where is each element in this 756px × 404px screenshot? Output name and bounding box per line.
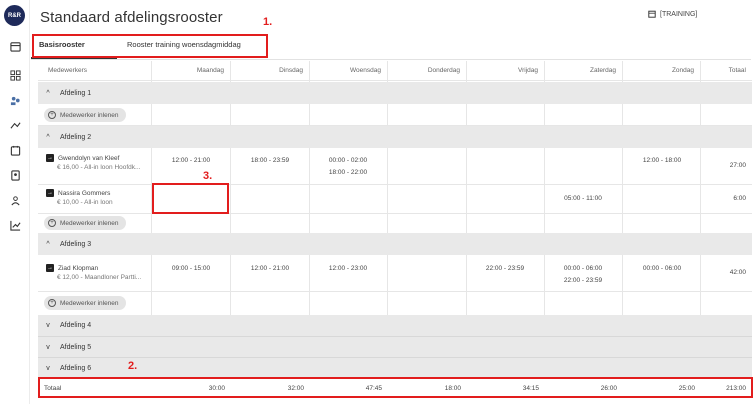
annotation-label-1: 1. [263, 16, 273, 28]
col-header-woensdag: Woensdag [350, 67, 381, 74]
table-header-row: Medewerkers Maandag Dinsdag Woensdag Don… [38, 61, 752, 80]
annotation-box-tabs [32, 34, 268, 58]
col-header-medewerkers: Medewerkers [48, 67, 88, 74]
col-header-donderdag: Donderdag [427, 67, 460, 74]
app-logo[interactable]: R&R [4, 5, 25, 26]
chevron-down-icon[interactable]: v [44, 344, 52, 351]
department-row[interactable]: ^ Afdeling 2 [38, 126, 752, 148]
col-header-dinsdag: Dinsdag [279, 67, 303, 74]
shift-cell[interactable]: 12:00 - 23:00 [309, 265, 387, 272]
shift-cell[interactable]: 12:00 - 21:00 [152, 157, 230, 164]
shift-cell[interactable]: 05:00 - 11:00 [544, 195, 622, 202]
chevron-up-icon[interactable]: ^ [44, 90, 52, 97]
department-row[interactable]: v Afdeling 6 [38, 358, 752, 378]
plus-icon: + [48, 299, 56, 307]
shift-cell[interactable]: 00:00 - 06:00 [623, 265, 701, 272]
shift-cell[interactable]: 12:00 - 18:00 [623, 157, 701, 164]
annotation-box-totals [38, 377, 753, 398]
environment-indicator: [TRAINING] [648, 10, 697, 18]
left-nav-rail: R&R [0, 0, 30, 404]
chevron-up-icon[interactable]: ^ [44, 241, 52, 248]
department-name: Afdeling 1 [60, 89, 92, 97]
chevron-up-icon[interactable]: ^ [44, 134, 52, 141]
col-header-maandag: Maandag [196, 67, 224, 74]
col-header-zondag: Zondag [671, 67, 694, 74]
plus-icon: + [48, 111, 56, 119]
page-title: Standaard afdelingsrooster [40, 9, 223, 26]
tabs-divider [31, 59, 751, 60]
shuffle-icon[interactable] [9, 119, 21, 131]
shift-cell[interactable]: 00:00 - 02:00 [309, 157, 387, 164]
col-header-vrijdag: Vrijdag [518, 67, 538, 74]
shift-cell[interactable]: 12:00 - 21:00 [231, 265, 309, 272]
borrow-employee-button[interactable]: + Medewerker inlenen [44, 296, 126, 310]
employee-contract: € 12,00 - Maandloner Partti... [57, 274, 142, 281]
shift-cell[interactable]: 18:00 - 22:00 [309, 169, 387, 176]
department-name: Afdeling 5 [60, 343, 92, 351]
department-name: Afdeling 3 [60, 240, 92, 248]
chevron-down-icon[interactable]: v [44, 365, 52, 372]
environment-label: [TRAINING] [660, 10, 698, 18]
schedule-table: Medewerkers Maandag Dinsdag Woensdag Don… [38, 61, 752, 398]
department-name: Afdeling 6 [60, 364, 92, 372]
shift-cell[interactable]: 00:00 - 06:00 [544, 265, 622, 272]
employee-contract: € 16,00 - All-in loon Hoofdk... [57, 164, 141, 171]
shift-cell[interactable]: 18:00 - 23:59 [231, 157, 309, 164]
employee-name[interactable]: → Ziad Klopman [46, 264, 98, 272]
annotation-box-empty-cell [152, 183, 229, 214]
row-total: 42:00 [729, 269, 746, 276]
table-row: → Ziad Klopman € 12,00 - Maandloner Partt… [38, 255, 752, 291]
employee-contract: € 10,00 - All-in loon [57, 199, 113, 206]
arrow-right-icon: → [46, 189, 54, 197]
people-icon[interactable] [9, 94, 21, 106]
department-row[interactable]: v Afdeling 4 [38, 315, 752, 336]
department-row[interactable]: v Afdeling 5 [38, 337, 752, 357]
calendar-icon[interactable] [9, 40, 21, 52]
arrow-right-icon: → [46, 264, 54, 272]
col-header-totaal: Totaal [728, 67, 746, 74]
shift-cell[interactable]: 22:00 - 23:59 [544, 277, 622, 284]
borrow-employee-button[interactable]: + Medewerker inlenen [44, 216, 126, 230]
shift-cell[interactable]: 22:00 - 23:59 [466, 265, 544, 272]
row-total: 27:00 [729, 162, 746, 169]
table-row: → Gwendolyn van Kleef € 16,00 - All-in lo… [38, 148, 752, 184]
chart-icon[interactable] [9, 219, 21, 231]
grid-icon[interactable] [9, 69, 21, 81]
borrow-employee-button[interactable]: + Medewerker inlenen [44, 108, 126, 122]
employee-name[interactable]: → Gwendolyn van Kleef [46, 154, 119, 162]
employee-name[interactable]: → Nassira Gommers [46, 189, 110, 197]
table-row: → Nassira Gommers € 10,00 - All-in loon 0… [38, 185, 752, 213]
col-header-zaterdag: Zaterdag [589, 67, 616, 74]
calendar-small-icon[interactable] [9, 144, 21, 156]
department-row[interactable]: ^ Afdeling 1 [38, 82, 752, 104]
plus-icon: + [48, 219, 56, 227]
arrow-right-icon: → [46, 154, 54, 162]
contacts-icon[interactable] [9, 169, 21, 181]
row-total: 6:00 [733, 195, 746, 202]
department-row[interactable]: ^ Afdeling 3 [38, 233, 752, 255]
department-name: Afdeling 2 [60, 133, 92, 141]
shift-cell[interactable]: 09:00 - 15:00 [152, 265, 230, 272]
annotation-label-2: 2. [128, 360, 138, 372]
chevron-down-icon[interactable]: v [44, 322, 52, 329]
department-name: Afdeling 4 [60, 322, 92, 329]
calendar-icon [648, 10, 656, 18]
team-icon[interactable] [9, 194, 21, 206]
annotation-label-3: 3. [203, 170, 213, 182]
